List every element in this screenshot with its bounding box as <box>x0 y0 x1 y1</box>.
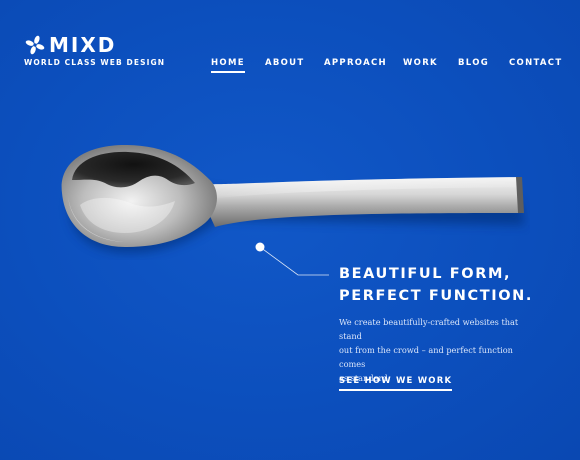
nav-item-about[interactable]: ABOUT <box>265 57 304 69</box>
hero-headline: BEAUTIFUL FORM, PERFECT FUNCTION. <box>339 263 569 307</box>
main-nav: HOME ABOUT APPROACH WORK BLOG CONTACT <box>0 57 580 77</box>
brand-name: MIXD <box>49 33 117 57</box>
nav-item-work[interactable]: WORK <box>403 57 438 69</box>
nav-item-contact[interactable]: CONTACT <box>509 57 562 69</box>
hero-headline-line-1: BEAUTIFUL FORM, <box>339 266 512 282</box>
hero-headline-line-2: PERFECT FUNCTION. <box>339 288 533 304</box>
nav-item-approach[interactable]: APPROACH <box>324 57 387 69</box>
callout-connector <box>255 242 329 276</box>
nav-item-blog[interactable]: BLOG <box>458 57 489 69</box>
mixd-logo-icon <box>25 35 45 55</box>
hero-body-line-1: We create beautifully-crafted websites t… <box>339 317 519 341</box>
hero-body-line-2: out from the crowd – and perfect functio… <box>339 345 513 369</box>
see-how-we-work-link[interactable]: SEE HOW WE WORK <box>339 375 453 391</box>
page: MIXD WORLD CLASS WEB DESIGN HOME ABOUT A… <box>0 0 580 460</box>
nav-item-home[interactable]: HOME <box>211 57 245 73</box>
